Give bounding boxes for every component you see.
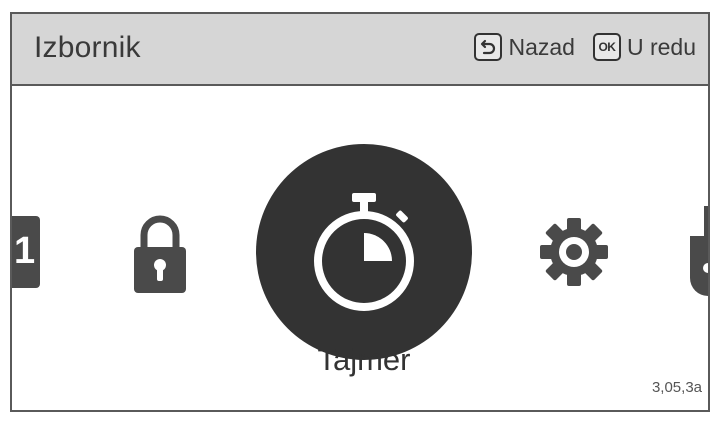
back-label: Nazad [508,33,575,60]
header-actions: Nazad OK U redu [474,33,696,61]
menu-header: Izbornik Nazad OK U redu [12,14,708,86]
selected-item-label: Tajmer [317,342,411,377]
ok-button[interactable]: OK U redu [592,33,696,61]
menu-item-power[interactable] [686,206,708,302]
ok-key-text: OK [598,40,616,54]
menu-item-settings[interactable] [538,216,610,288]
ok-label: U redu [626,33,696,60]
back-key-icon [474,33,503,61]
gear-icon [540,218,608,286]
back-button[interactable]: Nazad [474,33,575,61]
ok-key-icon: OK [592,33,621,61]
calendar-icon-number: 1 [14,230,36,272]
menu-screen: Izbornik Nazad OK U redu 1 Tajmer 3,05,3… [10,12,710,412]
lock-icon [134,215,186,293]
menu-carousel: 1 Tajmer 3,05,3a [12,86,708,410]
menu-item-lock[interactable] [132,209,188,293]
page-code: 3,05,3a [651,379,702,396]
menu-item-timer[interactable] [256,144,472,360]
page-title: Izbornik [34,31,141,64]
stopwatch-icon [314,193,414,311]
menu-item-calendar[interactable]: 1 [12,216,42,288]
plug-icon [690,206,708,296]
